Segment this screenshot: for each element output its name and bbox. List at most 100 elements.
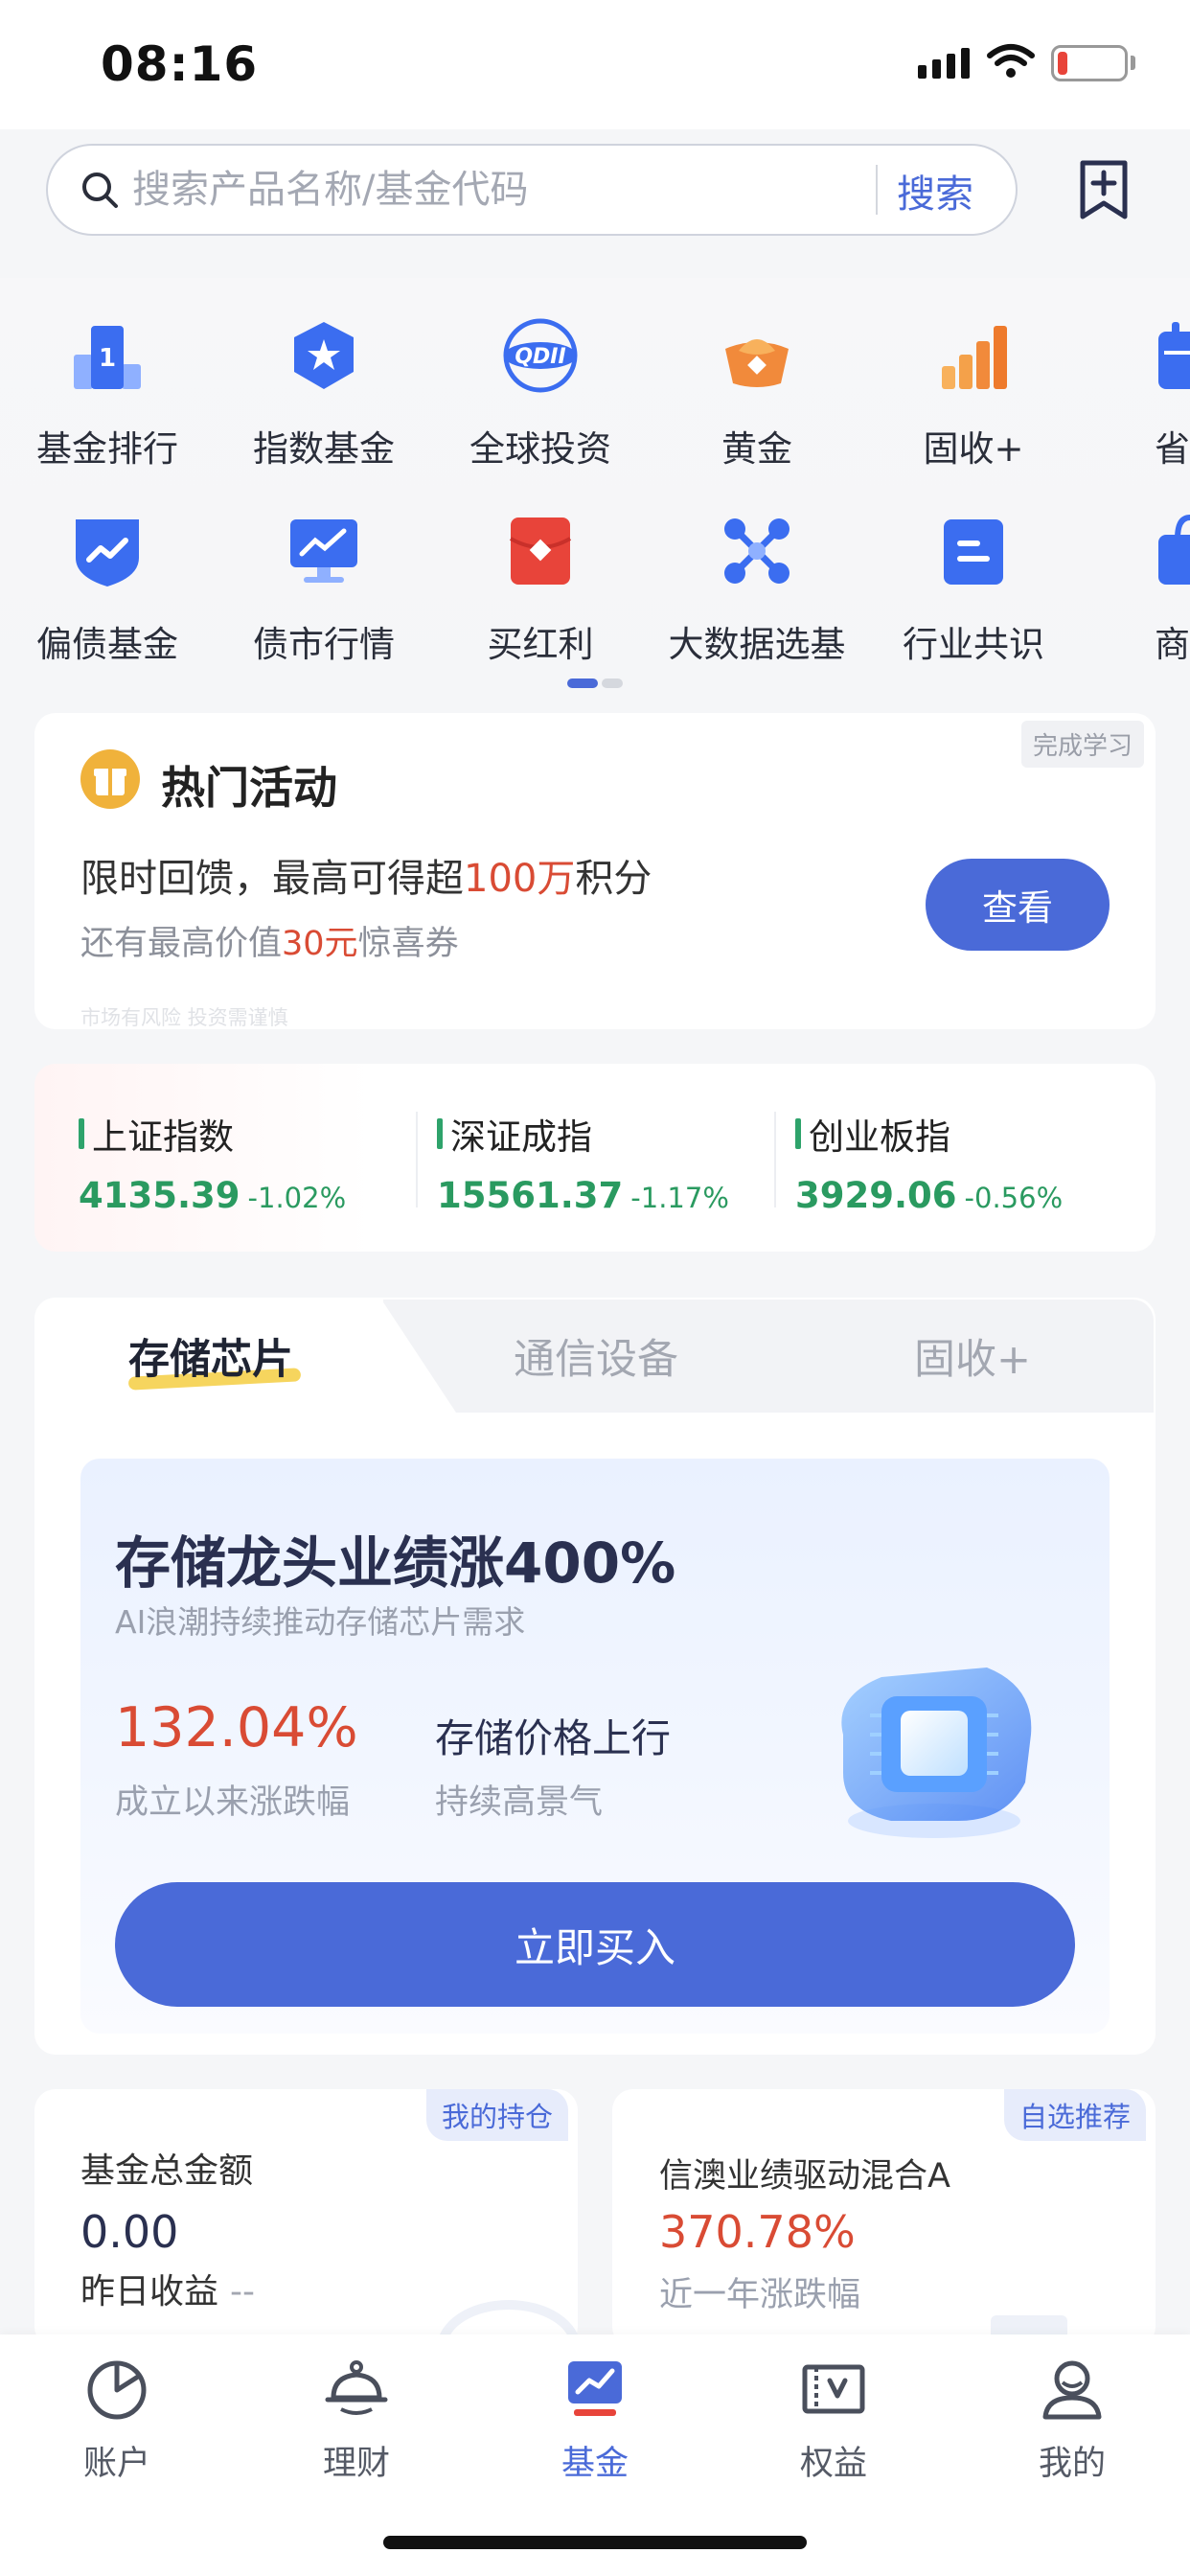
ranking-icon: 1 <box>74 326 141 389</box>
index-item-shanghai[interactable]: 上证指数 4135.39 -1.02% <box>79 1108 346 1216</box>
holdings-tag: 我的持仓 <box>426 2089 569 2141</box>
tab-telecom-equipment[interactable]: 通信设备 <box>514 1326 678 1386</box>
grid-item-industry-consensus[interactable]: 行业共识 <box>878 512 1069 667</box>
buy-now-button[interactable]: 立即买入 <box>115 1882 1075 2007</box>
grid-label: 固收+ <box>923 428 1024 470</box>
gift-icon <box>80 749 140 809</box>
grid-item-fund-ranking[interactable]: 1 基金排行 <box>11 316 203 472</box>
theme-subtitle: AI浪潮持续推动存储芯片需求 <box>115 1603 526 1641</box>
index-fund-icon <box>294 322 354 389</box>
index-value: 4135.39 <box>79 1175 240 1216</box>
index-item-chinext[interactable]: 创业板指 3929.06 -0.56% <box>795 1108 1063 1216</box>
tab-storage-chip[interactable]: 存储芯片 <box>128 1326 293 1386</box>
index-divider <box>416 1112 418 1208</box>
theme-return-label: 成立以来涨跌幅 <box>115 1783 351 1822</box>
index-name: 上证指数 <box>92 1116 234 1158</box>
search-input[interactable] <box>132 156 860 223</box>
monitor-trend-icon <box>290 519 357 583</box>
grid-label: 债市行情 <box>253 624 395 665</box>
index-change: -1.17% <box>630 1182 729 1214</box>
pie-chart-icon <box>87 2360 147 2420</box>
recommend-return-pct: 370.78% <box>659 2206 856 2258</box>
nav-label: 账户 <box>82 2445 150 2483</box>
index-value: 3929.06 <box>795 1175 957 1216</box>
promo-tag: 完成学习 <box>1021 721 1145 768</box>
nav-account[interactable]: 账户 <box>40 2354 194 2485</box>
battery-tip <box>1131 56 1135 70</box>
grid-item-global-invest[interactable]: QDII 全球投资 <box>445 316 636 472</box>
grid-item-bond-market[interactable]: 债市行情 <box>228 512 420 667</box>
nav-fund[interactable]: 基金 <box>518 2354 672 2485</box>
nav-wealth[interactable]: 理财 <box>280 2354 433 2485</box>
svg-text:1: 1 <box>99 344 116 373</box>
search-button[interactable]: 搜索 <box>897 163 973 218</box>
nav-label: 基金 <box>561 2445 629 2483</box>
voucher-icon <box>802 2364 865 2414</box>
user-icon <box>1042 2360 1102 2420</box>
grid-item-big-data-pick[interactable]: 大数据选基 <box>661 512 853 667</box>
grid-label: 行业共识 <box>903 624 1044 665</box>
grid-label: 黄金 <box>721 428 792 470</box>
index-change: -1.02% <box>247 1182 347 1214</box>
holdings-total-label: 基金总金额 <box>80 2151 254 2191</box>
grid-label: 指数基金 <box>253 428 395 470</box>
red-envelope-icon <box>509 518 572 585</box>
nav-mine[interactable]: 我的 <box>995 2354 1149 2485</box>
battery-icon <box>1051 45 1128 81</box>
nav-rights[interactable]: 权益 <box>757 2354 910 2485</box>
grid-item-commodity[interactable]: 商品 <box>1094 512 1190 667</box>
grid-item-worry-free[interactable]: 省心 <box>1094 316 1190 472</box>
theme-return-pct: 132.04% <box>115 1696 358 1760</box>
recommend-return-label: 近一年涨跌幅 <box>659 2276 861 2314</box>
holdings-yesterday-label: 昨日收益 <box>80 2272 219 2312</box>
grid-item-bond-fund[interactable]: 偏债基金 <box>11 512 203 667</box>
index-name: 深证成指 <box>450 1116 592 1158</box>
chip-illustration-icon <box>841 1668 1032 1838</box>
status-time: 08:16 <box>101 36 259 92</box>
view-button[interactable]: 查看 <box>926 859 1110 951</box>
theme-feature-sub: 持续高景气 <box>435 1783 604 1822</box>
promo-subline-suffix: 惊喜券 <box>357 925 459 963</box>
promo-subline-prefix: 还有最高价值 <box>80 925 283 963</box>
document-icon <box>944 519 1003 585</box>
cellular-signal-icon <box>918 48 970 79</box>
grid-item-index-fund[interactable]: 指数基金 <box>228 316 420 472</box>
grid-item-gold[interactable]: 黄金 <box>661 316 853 472</box>
nav-label: 权益 <box>799 2445 867 2483</box>
index-name: 创业板指 <box>809 1116 950 1158</box>
risk-disclaimer: 市场有风险 投资需谨慎 <box>80 1006 288 1029</box>
search-icon <box>82 172 118 208</box>
shopping-bag-icon <box>1158 514 1190 585</box>
promo-headline-highlight: 100万 <box>464 857 576 901</box>
recommend-fund-name: 信澳业绩驱动混合A <box>659 2157 950 2196</box>
qdii-icon: QDII <box>503 318 578 393</box>
wifi-icon <box>987 44 1035 78</box>
theme-title: 存储龙头业绩涨400% <box>115 1530 676 1596</box>
index-change: -0.56% <box>964 1182 1064 1214</box>
grid-label: 基金排行 <box>36 428 178 470</box>
promo-headline-suffix: 积分 <box>575 857 652 901</box>
fund-chart-icon <box>568 2361 622 2416</box>
grid-label: 大数据选基 <box>668 624 846 665</box>
holdings-total-amount: 0.00 <box>80 2206 179 2258</box>
promo-title: 热门活动 <box>161 762 337 814</box>
promo-subline-highlight: 30元 <box>282 925 358 963</box>
grid-item-buy-dividend[interactable]: 买红利 <box>445 512 636 667</box>
search-divider <box>876 165 878 215</box>
gold-ingot-icon <box>725 339 789 387</box>
bar-chart-icon <box>942 326 1007 389</box>
page-indicator <box>567 678 623 688</box>
holdings-yesterday: 昨日收益 -- <box>80 2264 255 2313</box>
index-item-shenzhen[interactable]: 深证成指 15561.37 -1.17% <box>437 1108 729 1216</box>
calendar-icon <box>1158 322 1190 389</box>
grid-label: 商品 <box>1155 624 1190 665</box>
grid-item-fixed-income-plus[interactable]: 固收+ <box>878 316 1069 472</box>
svg-text:QDII: QDII <box>515 345 565 369</box>
promo-headline: 限时回馈，最高可得超100万积分 <box>80 847 652 903</box>
nav-label: 理财 <box>322 2445 390 2483</box>
promo-subline: 还有最高价值30元惊喜券 <box>80 916 459 965</box>
bookmark-add-icon[interactable] <box>1077 159 1131 220</box>
tab-fixed-income-plus[interactable]: 固收+ <box>914 1326 1031 1386</box>
network-nodes-icon <box>724 518 790 584</box>
grid-label: 买红利 <box>487 624 594 665</box>
